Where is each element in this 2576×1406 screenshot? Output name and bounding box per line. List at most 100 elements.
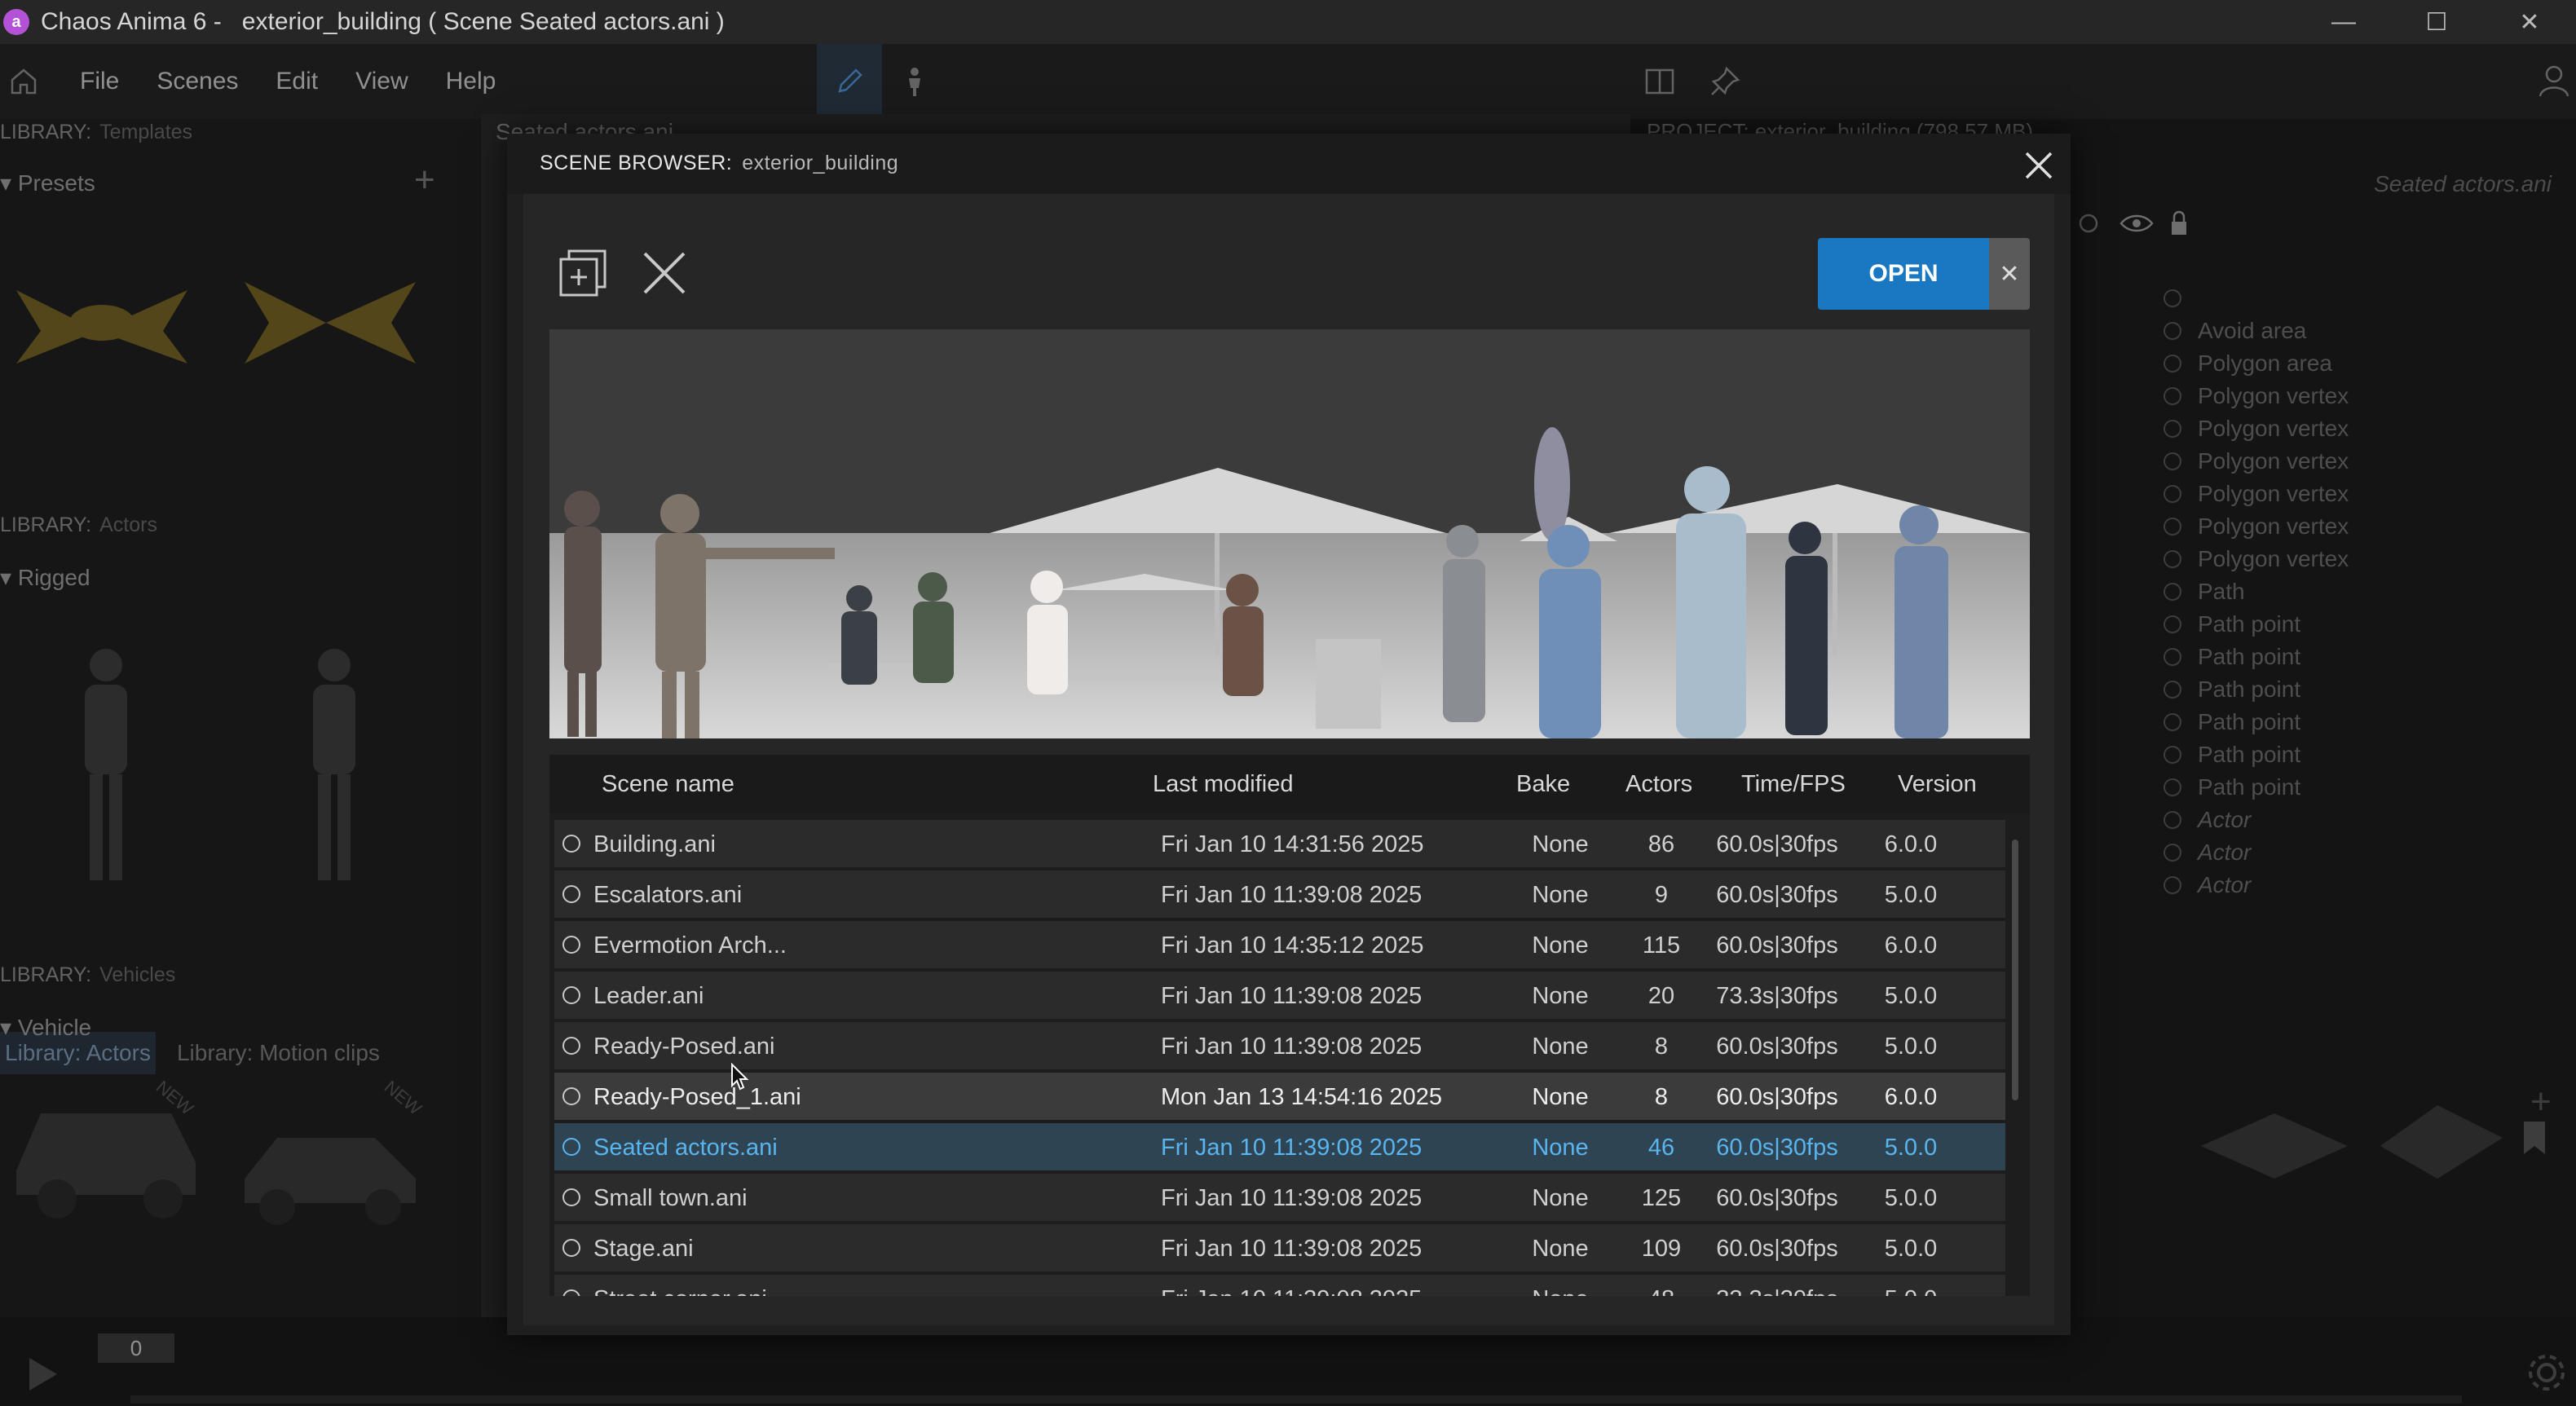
dialog-title-label: SCENE BROWSER: [540, 152, 733, 174]
cell-time-fps: 60.0s|30fps [1716, 831, 1838, 857]
dialog-close-button[interactable] [2022, 148, 2056, 183]
cell-version: 5.0.0 [1884, 983, 1938, 1009]
cell-last-modified: Fri Jan 10 11:39:08 2025 [1161, 1034, 1423, 1060]
scene-table: Scene name Last modified Bake Actors Tim… [549, 755, 2030, 1296]
cell-last-modified: Fri Jan 10 11:39:08 2025 [1161, 1236, 1423, 1262]
cell-bake: None [1532, 1135, 1589, 1161]
maximize-button[interactable]: ☐ [2390, 0, 2483, 44]
cell-time-fps: 33.3s|30fps [1696, 1286, 1859, 1296]
cell-version: 5.0.0 [1884, 1236, 1938, 1262]
dialog-header: SCENE BROWSER: exterior_building [507, 134, 2071, 194]
table-scrollbar-thumb[interactable] [2012, 840, 2018, 1100]
row-radio[interactable] [562, 1289, 580, 1296]
cell-actors: 48 [1621, 1286, 1702, 1296]
scene-preview-image [549, 329, 2030, 738]
table-row[interactable]: Building.ani Fri Jan 10 14:31:56 2025 None… [554, 820, 2005, 867]
cell-bake: None [1532, 1034, 1589, 1060]
column-actors[interactable]: Actors [1625, 771, 1692, 798]
title-bar: a Chaos Anima 6 - exterior_building ( Sc… [0, 0, 2576, 44]
cell-time-fps: 60.0s|30fps [1716, 1135, 1838, 1161]
cell-last-modified: Mon Jan 13 14:54:16 2025 [1161, 1084, 1443, 1110]
cell-scene-name: Ready-Posed.ani [593, 1034, 775, 1060]
cell-bake: None [1532, 1084, 1589, 1110]
cell-version: 6.0.0 [1884, 1084, 1938, 1110]
new-scene-icon [559, 249, 607, 297]
cell-bake: None [1532, 831, 1589, 857]
cell-last-modified: Fri Jan 10 11:39:08 2025 [1161, 1286, 1422, 1296]
row-radio[interactable] [562, 1087, 580, 1105]
column-version[interactable]: Version [1898, 771, 1977, 798]
minimize-button[interactable]: — [2297, 0, 2390, 44]
cell-actors: 115 [1642, 932, 1681, 959]
cell-time-fps: 60.0s|30fps [1716, 1084, 1838, 1110]
row-radio[interactable] [562, 1239, 580, 1257]
cell-bake: None [1532, 1185, 1589, 1211]
cell-time-fps: 60.0s|30fps [1716, 932, 1838, 959]
cell-version: 6.0.0 [1884, 831, 1938, 857]
column-scene-name[interactable]: Scene name [602, 771, 734, 798]
table-row[interactable]: Escalators.ani Fri Jan 10 11:39:08 2025 No… [554, 870, 2005, 918]
table-row[interactable]: Evermotion Arch... Fri Jan 10 14:35:12 20… [554, 921, 2005, 968]
table-row[interactable]: Ready-Posed_1.ani Mon Jan 13 14:54:16 202… [554, 1073, 2005, 1120]
cell-time-fps: 60.0s|30fps [1716, 1034, 1838, 1060]
cell-scene-name: Evermotion Arch... [593, 932, 787, 959]
cell-actors: 8 [1654, 1034, 1669, 1060]
cell-scene-name: Escalators.ani [593, 882, 743, 908]
column-bake[interactable]: Bake [1516, 771, 1570, 798]
open-cancel-button[interactable]: ✕ [1989, 238, 2030, 310]
row-radio[interactable] [562, 1138, 580, 1156]
cell-version: 5.0.0 [1884, 1034, 1938, 1060]
open-button[interactable]: OPEN [1818, 238, 1989, 310]
mouse-cursor-icon [730, 1062, 750, 1092]
column-time-fps[interactable]: Time/FPS [1741, 771, 1846, 798]
cell-scene-name: Street corner.ani [593, 1286, 767, 1296]
table-row[interactable]: Street corner.ani Fri Jan 10 11:39:08 202… [554, 1275, 2005, 1296]
cell-last-modified: Fri Jan 10 11:39:08 2025 [1161, 1185, 1423, 1211]
cell-last-modified: Fri Jan 10 11:39:08 2025 [1161, 983, 1423, 1009]
cell-bake: None [1520, 1286, 1601, 1296]
cell-version: 5.0.0 [1862, 1286, 1960, 1296]
dialog-title: SCENE BROWSER: exterior_building [540, 152, 898, 175]
row-radio[interactable] [562, 885, 580, 903]
cell-bake: None [1532, 932, 1589, 959]
table-row[interactable]: Small town.ani Fri Jan 10 11:39:08 2025 No… [554, 1174, 2005, 1221]
cell-version: 5.0.0 [1884, 1185, 1938, 1211]
app-logo-icon: a [3, 9, 29, 35]
cell-bake: None [1532, 882, 1589, 908]
delete-icon [643, 252, 686, 294]
row-radio[interactable] [562, 936, 580, 954]
table-header: Scene name Last modified Bake Actors Tim… [549, 755, 2030, 813]
column-last-modified[interactable]: Last modified [1153, 771, 1294, 798]
cell-scene-name: Leader.ani [593, 983, 704, 1009]
window-controls: — ☐ ✕ [2297, 0, 2576, 44]
cell-version: 6.0.0 [1884, 932, 1938, 959]
row-radio[interactable] [562, 1188, 580, 1206]
row-radio[interactable] [562, 835, 580, 853]
cell-version: 5.0.0 [1884, 1135, 1938, 1161]
dialog-project-name: exterior_building [742, 152, 899, 174]
delete-scene-button[interactable] [636, 245, 693, 302]
cell-actors: 9 [1654, 882, 1669, 908]
cell-time-fps: 60.0s|30fps [1716, 1236, 1838, 1262]
cell-last-modified: Fri Jan 10 11:39:08 2025 [1161, 1135, 1423, 1161]
table-row[interactable]: Seated actors.ani Fri Jan 10 11:39:08 202… [554, 1123, 2005, 1170]
table-row[interactable]: Stage.ani Fri Jan 10 11:39:08 2025 None 109… [554, 1224, 2005, 1272]
row-radio[interactable] [562, 986, 580, 1004]
row-radio[interactable] [562, 1037, 580, 1055]
app-title: Chaos Anima 6 - [41, 8, 222, 35]
cell-scene-name: Stage.ani [593, 1236, 694, 1262]
new-scene-button[interactable] [554, 245, 611, 302]
cell-scene-name: Ready-Posed_1.ani [593, 1084, 801, 1110]
cell-scene-name: Small town.ani [593, 1185, 748, 1211]
window-title: Chaos Anima 6 - exterior_building ( Scen… [41, 8, 725, 36]
project-title: exterior_building ( Scene Seated actors.… [241, 8, 725, 35]
cell-scene-name: Building.ani [593, 831, 716, 857]
table-row[interactable]: Ready-Posed.ani Fri Jan 10 11:39:08 2025 N… [554, 1022, 2005, 1069]
cell-actors: 125 [1641, 1185, 1682, 1211]
window-close-button[interactable]: ✕ [2483, 0, 2576, 44]
close-icon [2025, 152, 2053, 179]
table-row[interactable]: Leader.ani Fri Jan 10 11:39:08 2025 None 20… [554, 972, 2005, 1019]
cell-time-fps: 73.3s|30fps [1716, 983, 1838, 1009]
cell-actors: 20 [1647, 983, 1675, 1009]
cell-actors: 46 [1647, 1135, 1675, 1161]
